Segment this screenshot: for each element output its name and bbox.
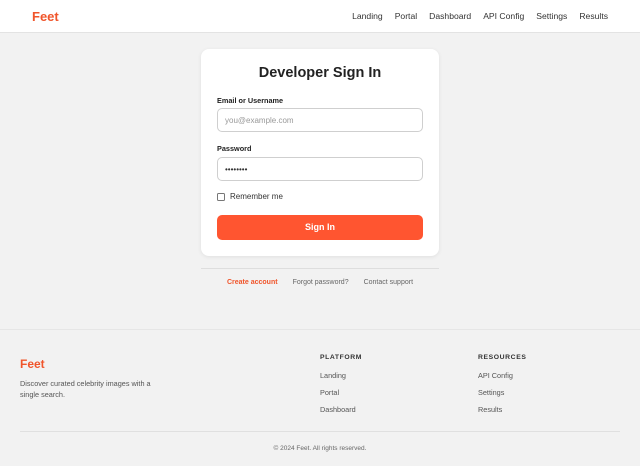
signin-card: Developer Sign In Email or Username Pass… — [201, 49, 439, 256]
contact-support-link[interactable]: Contact support — [364, 279, 413, 286]
top-navbar: Feet Landing Portal Dashboard API Config… — [0, 0, 640, 33]
footer-link-dashboard[interactable]: Dashboard — [320, 405, 362, 414]
divider — [201, 268, 439, 269]
nav-link-api-config[interactable]: API Config — [483, 11, 524, 21]
signin-title: Developer Sign In — [258, 65, 382, 81]
footer-link-api-config[interactable]: API Config — [478, 371, 526, 380]
email-label: Email or Username — [217, 96, 284, 105]
footer-resources-title: RESOURCES — [478, 354, 527, 361]
nav-links: Landing Portal Dashboard API Config Sett… — [352, 11, 608, 21]
copyright-text: © 2024 Feet. All rights reserved. — [273, 445, 367, 452]
password-field[interactable] — [217, 157, 423, 181]
site-footer: Feet Discover curated celebrity images w… — [0, 329, 640, 466]
footer-brand: Feet — [20, 357, 45, 371]
footer-link-portal[interactable]: Portal — [320, 388, 362, 397]
create-account-link[interactable]: Create account — [227, 279, 278, 286]
footer-link-settings[interactable]: Settings — [478, 388, 526, 397]
brand-logo[interactable]: Feet — [32, 9, 59, 24]
footer-link-landing[interactable]: Landing — [320, 371, 362, 380]
remember-me: Remember me — [217, 192, 283, 201]
nav-link-landing[interactable]: Landing — [352, 11, 383, 21]
nav-link-settings[interactable]: Settings — [536, 11, 567, 21]
remember-me-label[interactable]: Remember me — [230, 192, 283, 201]
nav-link-dashboard[interactable]: Dashboard — [429, 11, 471, 21]
auth-links: Create account Forgot password? Contact … — [201, 279, 439, 286]
footer-divider — [20, 431, 620, 432]
footer-resources-column: RESOURCES API Config Settings Results — [478, 354, 526, 414]
forgot-password-link[interactable]: Forgot password? — [293, 279, 349, 286]
nav-link-results[interactable]: Results — [579, 11, 608, 21]
sign-in-button[interactable]: Sign In — [217, 215, 423, 240]
footer-link-results[interactable]: Results — [478, 405, 526, 414]
nav-link-portal[interactable]: Portal — [395, 11, 417, 21]
footer-platform-column: PLATFORM Landing Portal Dashboard — [320, 354, 362, 414]
password-label: Password — [217, 144, 252, 153]
remember-me-checkbox[interactable] — [217, 192, 225, 201]
footer-tagline: Discover curated celebrity images with a… — [20, 379, 151, 399]
footer-platform-title: PLATFORM — [320, 354, 363, 361]
email-field[interactable] — [217, 108, 423, 132]
